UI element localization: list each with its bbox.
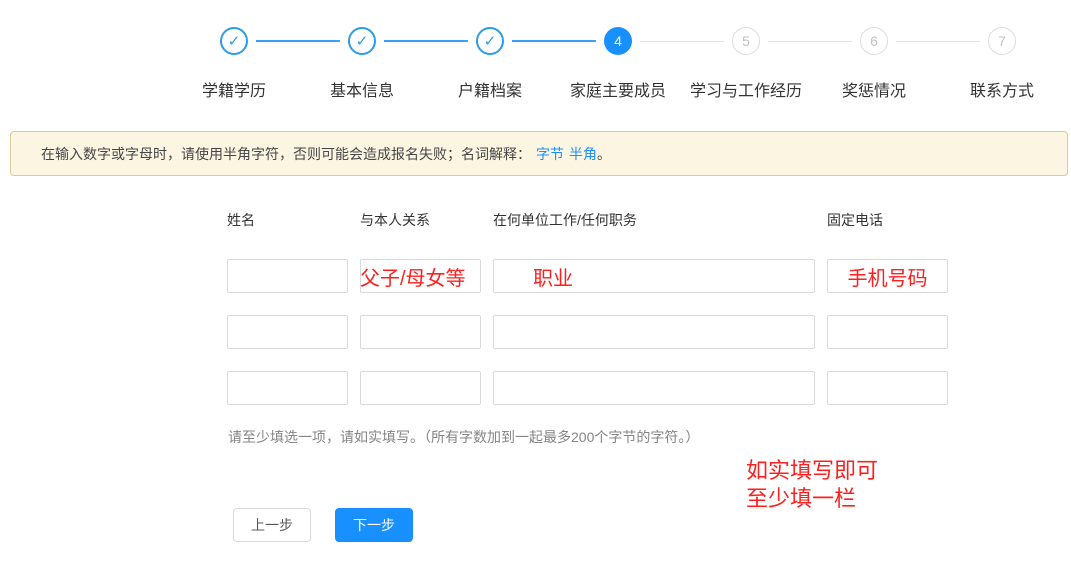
stepper-step-6: 6 奖惩情况: [810, 27, 938, 101]
notice-suffix: 。: [597, 144, 611, 164]
step-number-badge: 4: [604, 27, 632, 55]
check-icon: ✓: [476, 27, 504, 55]
stepper-step-2: ✓ 基本信息: [298, 27, 426, 101]
red-note-line1: 如实填写即可: [746, 457, 878, 485]
relation-input-row1[interactable]: [360, 259, 481, 293]
step-label: 联系方式: [970, 77, 1034, 101]
form-header-row: 姓名 与本人关系 在何单位工作/任何职务 固定电话: [227, 210, 948, 230]
red-note-line2: 至少填一栏: [746, 485, 878, 513]
step-number-badge: 7: [988, 27, 1016, 55]
header-relation: 与本人关系: [360, 210, 481, 230]
workplace-input-row1[interactable]: [493, 259, 815, 293]
stepper-step-1: ✓ 学籍学历: [170, 27, 298, 101]
next-step-button[interactable]: 下一步: [335, 508, 413, 542]
phone-input-row2[interactable]: [827, 315, 948, 349]
relation-input-row2[interactable]: [360, 315, 481, 349]
check-icon: ✓: [220, 27, 248, 55]
link-byte-glossary[interactable]: 字节: [536, 144, 564, 164]
stepper-step-5: 5 学习与工作经历: [682, 27, 810, 101]
form-row-3: [227, 371, 948, 405]
form-row-1: 父子/母女等 职业 手机号码: [227, 259, 948, 293]
name-input-row1[interactable]: [227, 259, 348, 293]
family-members-form: 姓名 与本人关系 在何单位工作/任何职务 固定电话 父子/母女等 职业 手机号码: [227, 210, 948, 427]
name-input-row3[interactable]: [227, 371, 348, 405]
notice-text: 在输入数字或字母时，请使用半角字符，否则可能会造成报名失败；名词解释：: [41, 144, 531, 164]
header-name: 姓名: [227, 210, 348, 230]
header-phone: 固定电话: [827, 210, 948, 230]
step-number-badge: 6: [860, 27, 888, 55]
step-label: 户籍档案: [458, 77, 522, 101]
red-annotation-note: 如实填写即可 至少填一栏: [746, 457, 878, 513]
relation-input-row3[interactable]: [360, 371, 481, 405]
stepper-step-7: 7 联系方式: [938, 27, 1066, 101]
stepper-step-4-current: 4 家庭主要成员: [554, 27, 682, 101]
phone-input-row3[interactable]: [827, 371, 948, 405]
workplace-input-row2[interactable]: [493, 315, 815, 349]
link-halfwidth-glossary[interactable]: 半角: [569, 144, 597, 164]
step-label: 奖惩情况: [842, 77, 906, 101]
stepper-step-3: ✓ 户籍档案: [426, 27, 554, 101]
prev-step-button[interactable]: 上一步: [233, 508, 311, 542]
header-workplace: 在何单位工作/任何职务: [493, 210, 815, 230]
form-row-2: [227, 315, 948, 349]
step-label: 学籍学历: [202, 77, 266, 101]
phone-input-row1[interactable]: [827, 259, 948, 293]
check-icon: ✓: [348, 27, 376, 55]
step-label: 家庭主要成员: [570, 77, 666, 101]
step-number-badge: 5: [732, 27, 760, 55]
halfwidth-warning-banner: 在输入数字或字母时，请使用半角字符，否则可能会造成报名失败；名词解释：字节半角。: [10, 131, 1068, 176]
step-label: 基本信息: [330, 77, 394, 101]
wizard-stepper: ✓ 学籍学历 ✓ 基本信息 ✓ 户籍档案 4 家庭主要成员 5 学习与工作经历 …: [170, 27, 1066, 101]
step-label: 学习与工作经历: [690, 77, 802, 101]
name-input-row2[interactable]: [227, 315, 348, 349]
workplace-input-row3[interactable]: [493, 371, 815, 405]
form-helper-text: 请至少填选一项，请如实填写。（所有字数加到一起最多200个字节的字符。）: [228, 427, 699, 447]
